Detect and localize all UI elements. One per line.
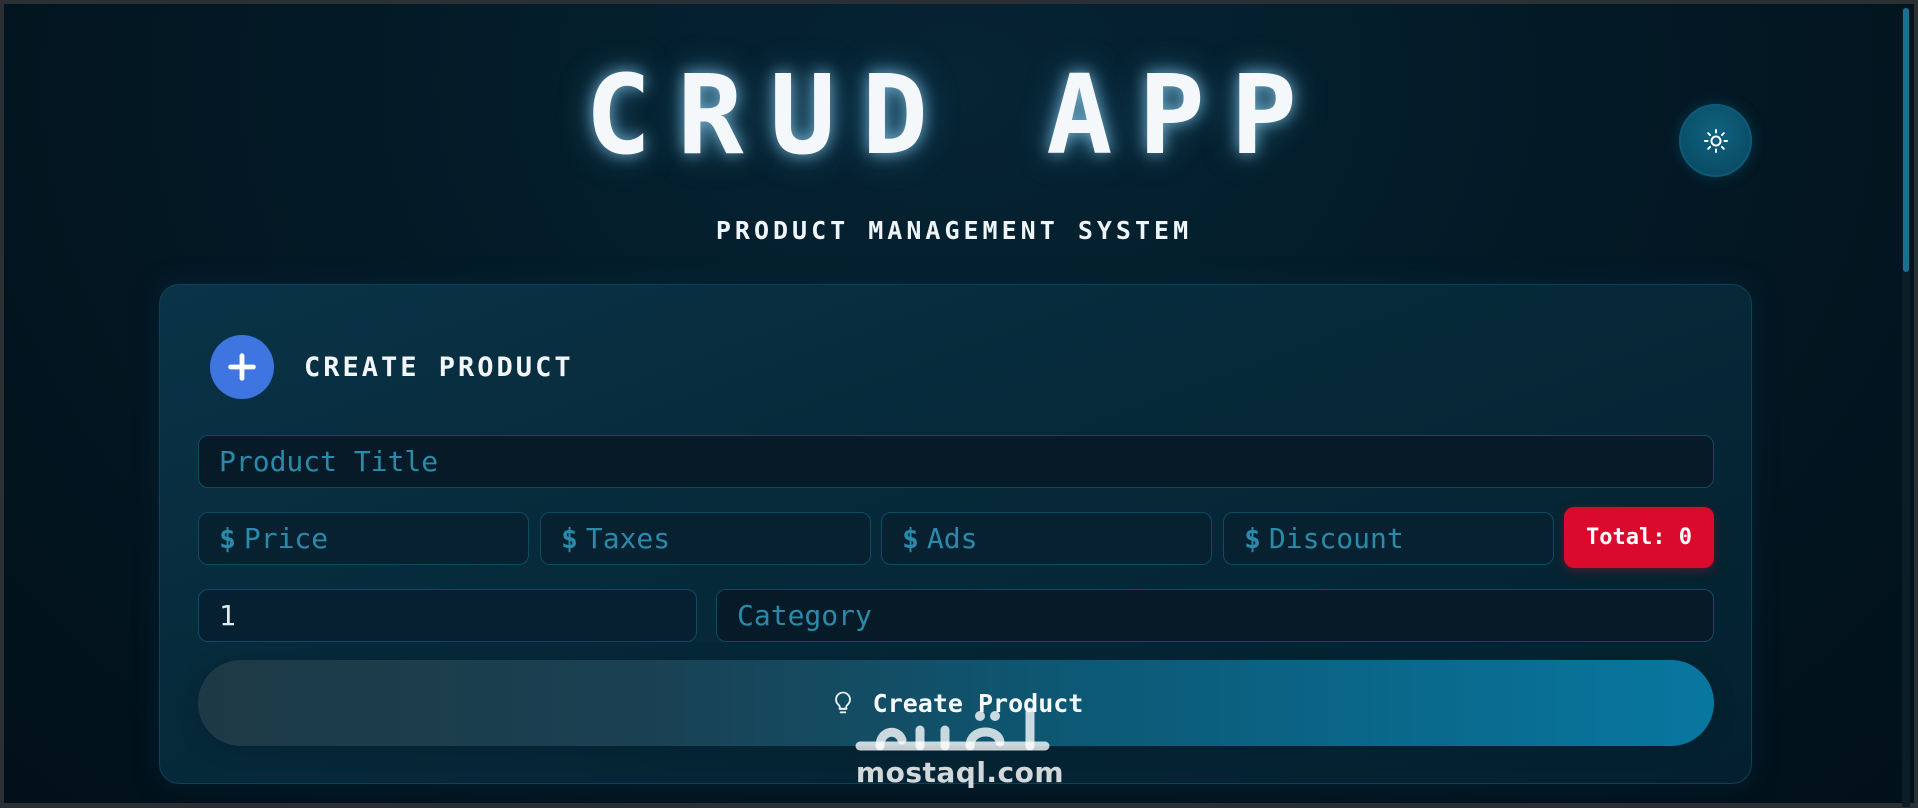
- count-input[interactable]: 1: [198, 589, 697, 642]
- discount-placeholder: Discount: [1268, 522, 1404, 555]
- sun-icon: [1703, 128, 1728, 153]
- ads-input[interactable]: $ Ads: [881, 512, 1212, 565]
- dollar-icon: $: [902, 522, 919, 555]
- count-value: 1: [219, 599, 236, 632]
- discount-input[interactable]: $ Discount: [1223, 512, 1554, 565]
- create-product-label: Create Product: [872, 688, 1084, 718]
- price-placeholder: Price: [243, 522, 329, 555]
- lightbulb-icon: [829, 689, 857, 717]
- total-badge: Total: 0: [1564, 507, 1714, 568]
- product-title-placeholder: Product Title: [219, 445, 439, 478]
- app-title: CRUD APP: [585, 51, 1323, 179]
- section-header: CREATE PRODUCT: [210, 335, 574, 399]
- taxes-placeholder: Taxes: [585, 522, 671, 555]
- section-title: CREATE PRODUCT: [304, 351, 574, 383]
- ads-placeholder: Ads: [926, 522, 978, 555]
- dollar-icon: $: [561, 522, 578, 555]
- category-input[interactable]: Category: [716, 589, 1714, 642]
- category-placeholder: Category: [737, 599, 872, 632]
- product-title-input[interactable]: Product Title: [198, 435, 1714, 488]
- dollar-icon: $: [1244, 522, 1261, 555]
- plus-icon: [210, 335, 274, 399]
- dollar-icon: $: [219, 522, 236, 555]
- create-product-button[interactable]: Create Product: [198, 660, 1714, 746]
- taxes-input[interactable]: $ Taxes: [540, 512, 871, 565]
- theme-toggle-button[interactable]: [1679, 104, 1752, 177]
- price-input[interactable]: $ Price: [198, 512, 529, 565]
- app-subtitle: PRODUCT MANAGEMENT SYSTEM: [715, 216, 1193, 245]
